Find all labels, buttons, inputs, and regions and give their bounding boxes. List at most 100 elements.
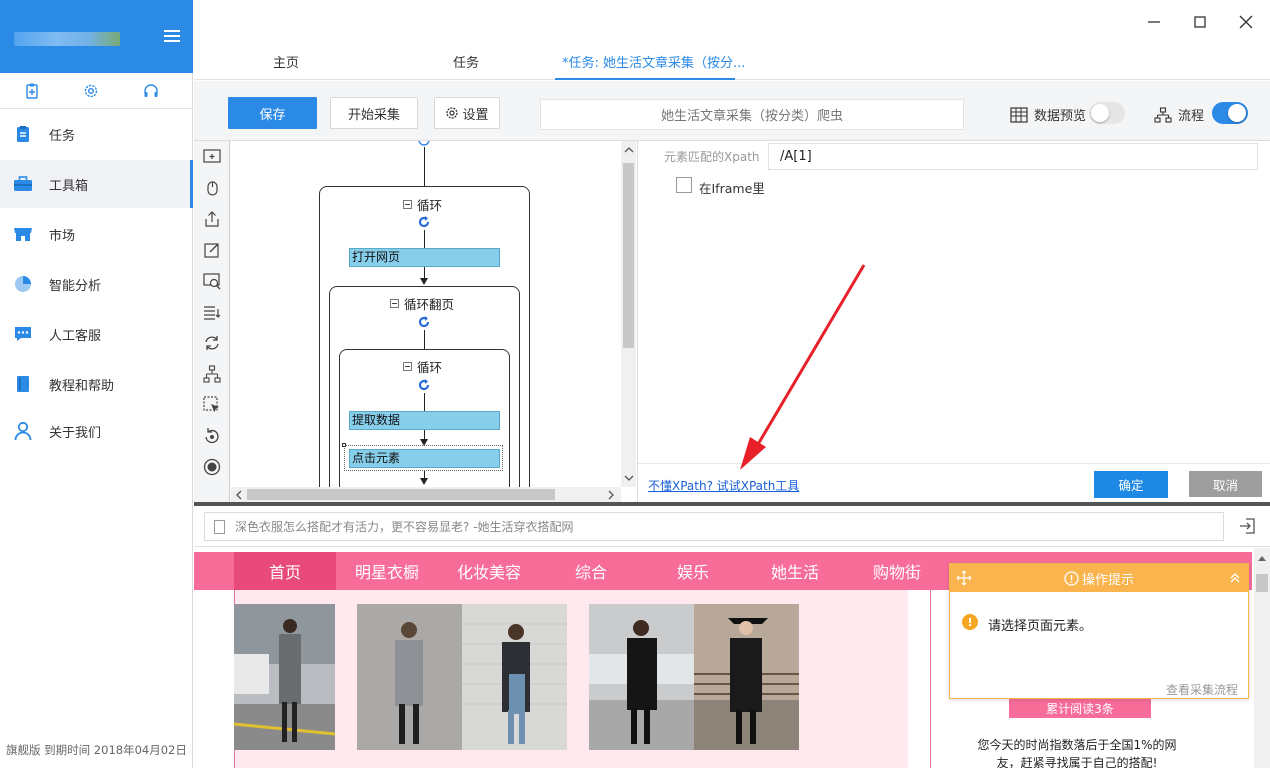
scroll-down-icon[interactable] bbox=[624, 474, 634, 482]
xpath-input[interactable]: /A[1] bbox=[768, 143, 1258, 170]
store-icon bbox=[13, 224, 33, 244]
search-element-tool-icon[interactable] bbox=[202, 271, 222, 291]
iframe-label: 在Iframe里 bbox=[699, 181, 765, 196]
canvas-vertical-scrollbar[interactable] bbox=[621, 141, 636, 487]
scroll-up-icon[interactable] bbox=[624, 146, 634, 154]
document-icon bbox=[214, 520, 225, 534]
clipboard-icon bbox=[13, 124, 33, 144]
export-tool-icon[interactable] bbox=[202, 209, 222, 229]
refresh-target-tool-icon[interactable] bbox=[202, 426, 222, 446]
edit-tool-icon[interactable] bbox=[202, 240, 222, 260]
sidebar-item-label: 关于我们 bbox=[49, 425, 102, 441]
new-page-tool-icon[interactable] bbox=[202, 147, 222, 167]
site-nav-her-life[interactable]: 她生活 bbox=[744, 552, 846, 590]
stop-tool-icon[interactable] bbox=[202, 457, 222, 477]
sidebar-item-market[interactable]: 市场 bbox=[0, 210, 193, 258]
flow-canvas[interactable]: 循环 打开网页 循环翻页 循环 提取数据 点击元素 bbox=[231, 141, 621, 487]
chat-icon bbox=[13, 324, 33, 344]
task-name-input[interactable]: 她生活文章采集（按分类）爬虫 bbox=[540, 99, 964, 130]
article-image[interactable] bbox=[462, 604, 567, 750]
sidebar-item-tasks[interactable]: 任务 bbox=[0, 110, 193, 158]
collapse-icon[interactable] bbox=[1229, 572, 1241, 584]
hamburger-menu-icon[interactable] bbox=[164, 30, 180, 42]
flow-loop-outer-title: 循环 bbox=[403, 195, 442, 214]
site-nav-celebrity[interactable]: 明星衣橱 bbox=[336, 552, 438, 590]
flow-label: 流程 bbox=[1154, 105, 1204, 124]
toolbar: 保存 开始采集 设置 她生活文章采集（按分类）爬虫 数据预览 流程 bbox=[194, 81, 1270, 141]
flow-loop-paging-title: 循环翻页 bbox=[390, 294, 454, 313]
mouse-click-tool-icon[interactable] bbox=[202, 178, 222, 198]
article-image[interactable] bbox=[234, 604, 335, 750]
tab-tasks[interactable]: 任务 bbox=[453, 52, 479, 71]
flow-step-open-page[interactable]: 打开网页 bbox=[349, 248, 500, 267]
site-nav-beauty[interactable]: 化妆美容 bbox=[438, 552, 540, 590]
quick-actions bbox=[0, 73, 193, 109]
sidebar-item-help[interactable]: 教程和帮助 bbox=[0, 360, 193, 408]
sidebar-item-analysis[interactable]: 智能分析 bbox=[0, 260, 193, 308]
select-element-tool-icon[interactable] bbox=[202, 395, 222, 415]
tab-current-task[interactable]: *任务: 她生活文章采集（按分... bbox=[562, 52, 745, 71]
list-sort-tool-icon[interactable] bbox=[202, 302, 222, 322]
article-image[interactable] bbox=[357, 604, 462, 750]
user-icon bbox=[13, 421, 33, 441]
gear-icon[interactable] bbox=[82, 82, 100, 100]
branch-tool-icon[interactable] bbox=[202, 364, 222, 384]
view-flow-link[interactable]: 查看采集流程 bbox=[1166, 681, 1238, 698]
license-expiry: 旗舰版 到期时间 2018年04月02日 bbox=[6, 743, 187, 757]
site-nav-home[interactable]: 首页 bbox=[234, 552, 336, 590]
tip-message: 请选择页面元素。 bbox=[988, 619, 1093, 634]
page-scrollbar[interactable] bbox=[1254, 548, 1270, 768]
read-count-button[interactable]: 累计阅读3条 bbox=[1009, 698, 1151, 718]
move-icon[interactable] bbox=[956, 570, 972, 586]
scroll-up-icon[interactable] bbox=[1257, 554, 1267, 562]
save-button[interactable]: 保存 bbox=[228, 97, 317, 129]
tab-home[interactable]: 主页 bbox=[273, 52, 299, 71]
sidebar: 任务 工具箱 市场 智能分析 人工客服 教程和帮助 关于我们 旗舰版 到期时间 … bbox=[0, 0, 193, 768]
operation-tip-popup: 操作提示 ! 请选择页面元素。 查看采集流程 bbox=[949, 563, 1249, 699]
brand-logo bbox=[14, 32, 120, 46]
xpath-label: 元素匹配的Xpath bbox=[664, 150, 760, 164]
gear-icon bbox=[446, 107, 459, 119]
site-nav-shopping[interactable]: 购物街 bbox=[846, 552, 948, 590]
close-icon[interactable] bbox=[1236, 12, 1256, 32]
headset-icon[interactable] bbox=[142, 82, 160, 100]
tab-bar: 主页 任务 *任务: 她生活文章采集（按分... bbox=[194, 0, 1270, 80]
flow-step-extract-data[interactable]: 提取数据 bbox=[349, 411, 500, 430]
scroll-left-icon[interactable] bbox=[235, 490, 243, 500]
minimize-icon[interactable] bbox=[1144, 12, 1164, 32]
site-nav-entertainment[interactable]: 娱乐 bbox=[642, 552, 744, 590]
tip-header[interactable]: 操作提示 bbox=[950, 564, 1248, 592]
start-collect-button[interactable]: 开始采集 bbox=[330, 97, 418, 129]
sidebar-item-toolbox[interactable]: 工具箱 bbox=[0, 160, 193, 208]
info-circle-icon bbox=[1064, 570, 1079, 586]
canvas-horizontal-scrollbar[interactable] bbox=[231, 487, 621, 502]
confirm-button[interactable]: 确定 bbox=[1094, 471, 1168, 498]
url-input[interactable]: 深色衣服怎么搭配才有活力，更不容易显老? -她生活穿衣搭配网 bbox=[204, 512, 1224, 541]
sidebar-item-label: 工具箱 bbox=[49, 178, 89, 194]
flow-step-click-element[interactable]: 点击元素 bbox=[349, 449, 500, 468]
settings-button[interactable]: 设置 bbox=[434, 97, 500, 129]
article-image[interactable] bbox=[694, 604, 799, 750]
toolbox-icon bbox=[13, 174, 33, 194]
sidebar-item-support[interactable]: 人工客服 bbox=[0, 310, 193, 358]
sidebar-item-label: 智能分析 bbox=[49, 278, 102, 294]
properties-footer: 不懂XPath? 试试XPath工具 确定 取消 bbox=[638, 463, 1270, 503]
settings-label: 设置 bbox=[462, 107, 489, 123]
sidebar-item-about[interactable]: 关于我们 bbox=[0, 407, 193, 455]
xpath-help-link[interactable]: 不懂XPath? 试试XPath工具 bbox=[648, 477, 799, 494]
scroll-right-icon[interactable] bbox=[607, 490, 615, 500]
maximize-icon[interactable] bbox=[1190, 12, 1210, 32]
fashion-index-text: 您今天的时尚指数落后于全国1%的网友，赶紧寻找属于自己的搭配! bbox=[977, 738, 1177, 768]
active-tab-indicator bbox=[555, 78, 735, 80]
data-preview-toggle[interactable] bbox=[1089, 102, 1125, 124]
loop-tool-icon[interactable] bbox=[202, 333, 222, 353]
table-icon bbox=[1010, 106, 1028, 123]
flow-toggle[interactable] bbox=[1212, 102, 1248, 124]
flow-tool-palette bbox=[194, 141, 230, 503]
clipboard-add-icon[interactable] bbox=[23, 82, 41, 100]
site-nav-general[interactable]: 综合 bbox=[540, 552, 642, 590]
article-image[interactable] bbox=[589, 604, 694, 750]
exit-browser-icon[interactable] bbox=[1238, 516, 1258, 536]
cancel-button[interactable]: 取消 bbox=[1189, 471, 1262, 497]
iframe-checkbox[interactable] bbox=[676, 177, 692, 193]
